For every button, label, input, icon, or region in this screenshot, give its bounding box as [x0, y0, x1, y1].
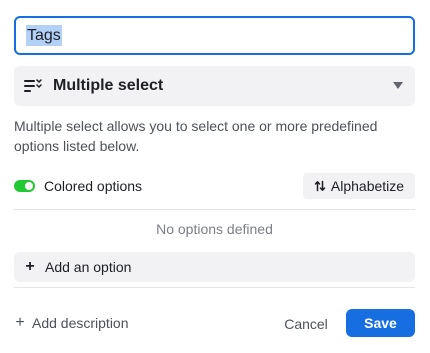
colored-options-label: Colored options — [44, 178, 143, 194]
cancel-button[interactable]: Cancel — [274, 310, 338, 338]
alphabetize-button[interactable]: Alphabetize — [303, 173, 415, 199]
field-type-label: Multiple select — [53, 77, 164, 94]
sort-icon — [314, 180, 326, 192]
chevron-down-icon — [393, 82, 403, 89]
field-type-select[interactable]: Multiple select — [14, 66, 415, 106]
colored-options-toggle[interactable] — [14, 180, 35, 192]
add-option-label: Add an option — [45, 259, 132, 275]
colored-options-row: Colored options — [14, 173, 142, 199]
add-description-button[interactable]: + Add description — [14, 313, 129, 333]
plus-icon: + — [15, 314, 25, 331]
options-divider-bottom — [14, 287, 415, 288]
add-description-label: Add description — [32, 315, 129, 331]
field-type-description: Multiple select allows you to select one… — [14, 118, 378, 154]
field-name-value: Tags — [26, 25, 62, 46]
save-button[interactable]: Save — [346, 309, 415, 337]
add-option-button[interactable]: + Add an option — [14, 252, 415, 282]
empty-options-text: No options defined — [156, 221, 273, 237]
alphabetize-label: Alphabetize — [330, 178, 405, 194]
field-editor-panel: Tags Multiple select Multiple select all… — [0, 0, 430, 353]
toggle-knob — [25, 182, 33, 190]
multiple-select-icon — [24, 77, 42, 95]
field-name-input[interactable]: Tags — [14, 16, 415, 55]
options-divider-top — [14, 209, 415, 210]
plus-icon: + — [25, 258, 35, 275]
